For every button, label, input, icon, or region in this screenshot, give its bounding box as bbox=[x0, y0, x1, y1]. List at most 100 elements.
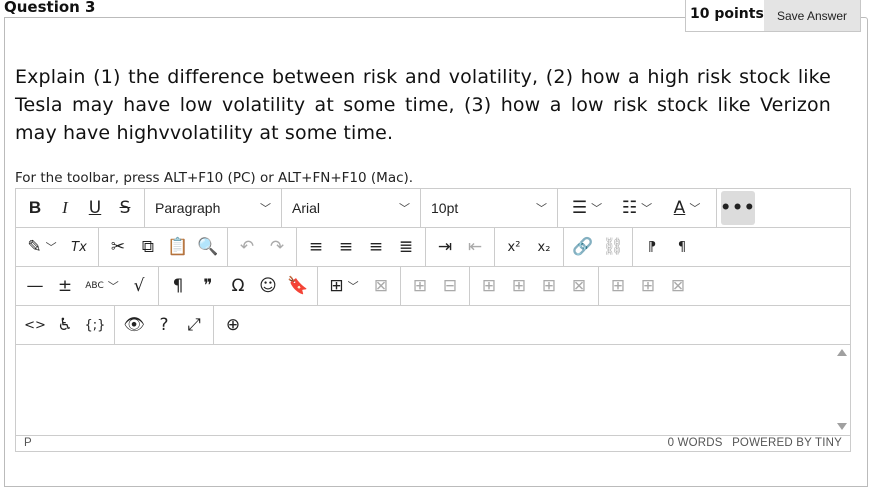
indent-group: ⇥ ⇤ bbox=[426, 228, 495, 266]
toolbar-row-2: ✎ ﹀ Tx ✂ ⧉ 📋 🔍 ↶ ↷ ≡ ≡ ≡ ≣ ⇥ ⇤ x² x₂ 🔗 ⛓… bbox=[16, 228, 850, 267]
rich-text-editor: B I U S Paragraph ﹀ Arial ﹀ 10pt ﹀ ☰ ﹀ ☷ ﹀ A ﹀… bbox=[15, 188, 851, 452]
table-button[interactable]: ⊞ ﹀ bbox=[322, 269, 366, 303]
block-format-value: Paragraph bbox=[155, 200, 221, 216]
editor-content-area[interactable] bbox=[16, 345, 850, 435]
add-group: ⊕ bbox=[214, 306, 252, 344]
copy-icon[interactable]: ⧉ bbox=[133, 230, 163, 264]
word-count[interactable]: 0 WORDS bbox=[668, 437, 723, 449]
align-justify-icon[interactable]: ≣ bbox=[391, 230, 421, 264]
insert-col-icon[interactable]: ⊞ bbox=[603, 269, 633, 303]
undo-icon[interactable]: ↶ bbox=[232, 230, 262, 264]
scroll-down-icon[interactable] bbox=[837, 423, 847, 430]
points-label: 10 points bbox=[690, 6, 764, 22]
toolbar-row-4: <> ♿ {;} 👁 ? ⤢ ⊕ bbox=[16, 306, 850, 345]
spellcheck-button[interactable]: ABC ﹀ bbox=[80, 269, 124, 303]
font-size-group: 10pt ﹀ bbox=[421, 189, 558, 227]
source-code-icon[interactable]: <> bbox=[20, 308, 50, 342]
math-icon[interactable]: √ bbox=[124, 269, 154, 303]
highlight-group: ✎ ﹀ Tx bbox=[16, 228, 99, 266]
table-props-icon[interactable]: ⊞ bbox=[405, 269, 435, 303]
blockquote-icon[interactable]: ❞ bbox=[193, 269, 223, 303]
outdent-icon[interactable]: ⇤ bbox=[460, 230, 490, 264]
underline-icon[interactable]: U bbox=[80, 191, 110, 225]
powered-by-link[interactable]: POWERED BY TINY bbox=[732, 437, 842, 449]
add-content-icon[interactable]: ⊕ bbox=[218, 308, 248, 342]
table-delete-icon[interactable]: ⊠ bbox=[366, 269, 396, 303]
bookmark-icon[interactable]: 🔖 bbox=[283, 269, 313, 303]
emoji-icon[interactable]: ☺ bbox=[253, 269, 283, 303]
subscript-icon[interactable]: x₂ bbox=[529, 230, 559, 264]
save-answer-button[interactable]: Save Answer bbox=[764, 0, 860, 31]
plus-minus-icon[interactable]: ± bbox=[50, 269, 80, 303]
align-right-icon[interactable]: ≡ bbox=[361, 230, 391, 264]
italic-icon[interactable]: I bbox=[50, 191, 80, 225]
text-color-button[interactable]: A ﹀ bbox=[662, 191, 712, 225]
strikethrough-icon[interactable]: S bbox=[110, 191, 140, 225]
font-size-select[interactable]: 10pt ﹀ bbox=[425, 191, 553, 225]
rtl-icon[interactable]: ¶ bbox=[667, 230, 697, 264]
special-character-icon[interactable]: Ω bbox=[223, 269, 253, 303]
insert-col-after-icon[interactable]: ⊞ bbox=[633, 269, 663, 303]
link-icon[interactable]: 🔗 bbox=[568, 230, 598, 264]
editor-scrollbar[interactable] bbox=[836, 345, 850, 435]
toolbar-row-3: — ± ABC ﹀ √ ¶ ❞ Ω ☺ 🔖 ⊞ ﹀ ⊠ ⊞ ⊟ ⊞ ⊞ ⊞ ⊠ ⊞ … bbox=[16, 267, 850, 306]
chevron-down-icon: ﹀ bbox=[45, 241, 57, 254]
element-path[interactable]: P bbox=[24, 437, 32, 449]
highlight-button[interactable]: ✎ ﹀ bbox=[20, 230, 64, 264]
horizontal-line-icon[interactable]: — bbox=[20, 269, 50, 303]
align-center-icon[interactable]: ≡ bbox=[331, 230, 361, 264]
chevron-down-icon: ﹀ bbox=[641, 202, 653, 215]
chevron-down-icon: ﹀ bbox=[689, 202, 701, 215]
question-title: Question 3 bbox=[4, 0, 96, 16]
table-row-icon[interactable]: ⊟ bbox=[435, 269, 465, 303]
text-color-icon: A bbox=[673, 198, 686, 218]
status-right: 0 WORDS POWERED BY TINY bbox=[662, 437, 842, 449]
delete-row-icon[interactable]: ⊠ bbox=[564, 269, 594, 303]
more-group: ••• bbox=[717, 189, 759, 227]
cell-props-icon[interactable]: ⊞ bbox=[474, 269, 504, 303]
question-text: Explain (1) the difference between risk … bbox=[15, 66, 831, 144]
help-icon[interactable]: ? bbox=[149, 308, 179, 342]
ltr-icon[interactable]: ⁋ bbox=[637, 230, 667, 264]
align-left-icon[interactable]: ≡ bbox=[301, 230, 331, 264]
superscript-icon[interactable]: x² bbox=[499, 230, 529, 264]
align-group: ≡ ≡ ≡ ≣ bbox=[297, 228, 426, 266]
unlink-icon[interactable]: ⛓ bbox=[598, 230, 628, 264]
chevron-down-icon: ﹀ bbox=[107, 280, 119, 293]
accessibility-icon[interactable]: ♿ bbox=[50, 308, 80, 342]
numbered-list-icon: ☷ bbox=[621, 198, 638, 218]
chevron-down-icon: ﹀ bbox=[347, 280, 359, 293]
font-family-group: Arial ﹀ bbox=[282, 189, 421, 227]
spellcheck-icon: ABC bbox=[85, 281, 104, 291]
toolbar-hint: For the toolbar, press ALT+F10 (PC) or A… bbox=[15, 170, 414, 186]
cut-icon[interactable]: ✂ bbox=[103, 230, 133, 264]
paste-icon[interactable]: 📋 bbox=[163, 230, 193, 264]
preview-icon[interactable]: 👁 bbox=[119, 308, 149, 342]
chevron-down-icon: ﹀ bbox=[591, 202, 603, 215]
block-format-select[interactable]: Paragraph ﹀ bbox=[149, 191, 277, 225]
redo-icon[interactable]: ↷ bbox=[262, 230, 292, 264]
highlight-icon: ✎ bbox=[27, 237, 42, 257]
font-size-value: 10pt bbox=[431, 200, 459, 216]
chevron-down-icon: ﹀ bbox=[399, 203, 410, 215]
chevron-down-icon: ﹀ bbox=[536, 203, 547, 215]
bullet-list-button[interactable]: ☰ ﹀ bbox=[562, 191, 612, 225]
delete-col-icon[interactable]: ⊠ bbox=[663, 269, 693, 303]
fullscreen-icon[interactable]: ⤢ bbox=[179, 308, 209, 342]
font-family-value: Arial bbox=[292, 200, 321, 216]
scroll-up-icon[interactable] bbox=[837, 349, 847, 356]
clipboard-group: ✂ ⧉ 📋 🔍 bbox=[99, 228, 228, 266]
template-icon[interactable]: {;} bbox=[80, 308, 110, 342]
direction-group: ⁋ ¶ bbox=[633, 228, 701, 266]
pilcrow-icon[interactable]: ¶ bbox=[163, 269, 193, 303]
insert-row-before-icon[interactable]: ⊞ bbox=[504, 269, 534, 303]
numbered-list-button[interactable]: ☷ ﹀ bbox=[612, 191, 662, 225]
insert-row-after-icon[interactable]: ⊞ bbox=[534, 269, 564, 303]
more-options-icon[interactable]: ••• bbox=[720, 191, 755, 225]
indent-icon[interactable]: ⇥ bbox=[430, 230, 460, 264]
find-icon[interactable]: 🔍 bbox=[193, 230, 223, 264]
font-family-select[interactable]: Arial ﹀ bbox=[286, 191, 416, 225]
bold-icon[interactable]: B bbox=[20, 191, 50, 225]
table-col-group: ⊞ ⊞ ⊠ bbox=[599, 267, 697, 305]
clear-format-icon[interactable]: Tx bbox=[64, 230, 94, 264]
